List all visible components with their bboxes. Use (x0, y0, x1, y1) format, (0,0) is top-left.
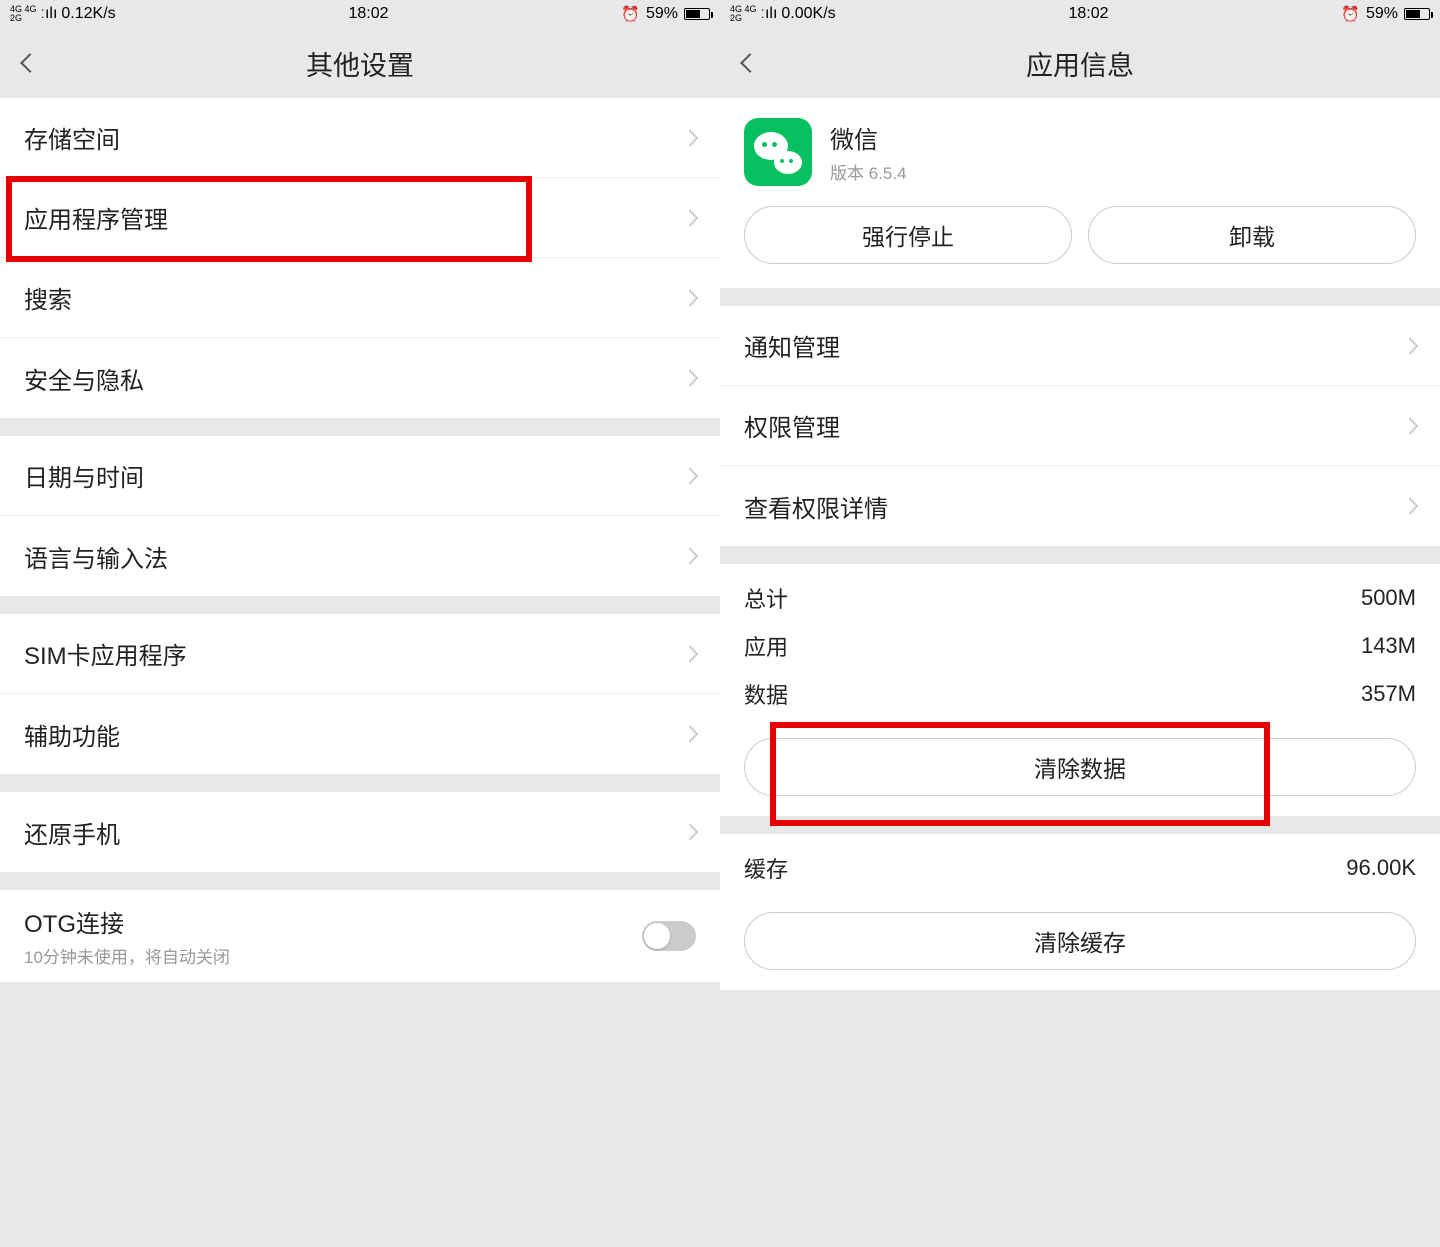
screen-other-settings: 4G 4G2G ːılı 0.12K/s 18:02 ⏰ 59% 其他设置 存储… (0, 0, 720, 1247)
clear-cache-button[interactable]: 清除缓存 (744, 912, 1416, 970)
clear-data-button[interactable]: 清除数据 (744, 738, 1416, 796)
chevron-right-icon (682, 370, 699, 387)
back-button[interactable] (0, 33, 60, 93)
chevron-right-icon (682, 209, 699, 226)
page-title: 应用信息 (720, 44, 1440, 83)
chevron-right-icon (1402, 337, 1419, 354)
item-otg[interactable]: OTG连接 10分钟未使用，将自动关闭 (0, 890, 720, 982)
item-language[interactable]: 语言与输入法 (0, 516, 720, 596)
item-app-management[interactable]: 应用程序管理 (0, 178, 720, 258)
app-name: 微信 (830, 120, 907, 155)
app-header: 微信 版本 6.5.4 (720, 98, 1440, 206)
item-permission-detail[interactable]: 查看权限详情 (720, 466, 1440, 546)
row-data: 数据 357M (720, 670, 1440, 718)
alarm-icon: ⏰ (1341, 5, 1360, 23)
clock: 18:02 (836, 5, 1342, 23)
signal-icon: ːılı (761, 5, 778, 23)
force-stop-button[interactable]: 强行停止 (744, 206, 1072, 264)
chevron-right-icon (1402, 498, 1419, 515)
item-permissions[interactable]: 权限管理 (720, 386, 1440, 466)
status-bar: 4G 4G2G ːılı 0.00K/s 18:02 ⏰ 59% (720, 0, 1440, 28)
item-security[interactable]: 安全与隐私 (0, 338, 720, 418)
otg-toggle[interactable] (642, 921, 696, 951)
battery-icon (1404, 8, 1430, 20)
item-notifications[interactable]: 通知管理 (720, 306, 1440, 386)
chevron-right-icon (682, 645, 699, 662)
signal-icon: ːılı (41, 5, 58, 23)
item-sim[interactable]: SIM卡应用程序 (0, 614, 720, 694)
action-buttons: 强行停止 卸载 (720, 206, 1440, 288)
nav-header: 应用信息 (720, 28, 1440, 98)
net-speed: 0.00K/s (781, 5, 835, 23)
net-speed: 0.12K/s (61, 5, 115, 23)
battery-percent: 59% (1366, 5, 1398, 23)
alarm-icon: ⏰ (621, 5, 640, 23)
row-app: 应用 143M (720, 622, 1440, 670)
item-reset[interactable]: 还原手机 (0, 792, 720, 872)
app-version: 版本 6.5.4 (830, 159, 907, 184)
uninstall-button[interactable]: 卸载 (1088, 206, 1416, 264)
chevron-right-icon (682, 548, 699, 565)
row-cache: 缓存 96.00K (720, 844, 1440, 892)
chevron-right-icon (1402, 417, 1419, 434)
chevron-right-icon (682, 726, 699, 743)
item-datetime[interactable]: 日期与时间 (0, 436, 720, 516)
item-storage[interactable]: 存储空间 (0, 98, 720, 178)
chevron-left-icon (20, 53, 40, 73)
wechat-icon (744, 118, 812, 186)
chevron-right-icon (682, 824, 699, 841)
chevron-right-icon (682, 289, 699, 306)
storage-info: 总计 500M 应用 143M 数据 357M (720, 564, 1440, 718)
back-button[interactable] (720, 33, 780, 93)
battery-icon (684, 8, 710, 20)
nav-header: 其他设置 (0, 28, 720, 98)
battery-percent: 59% (646, 5, 678, 23)
item-search[interactable]: 搜索 (0, 258, 720, 338)
screen-app-info: 4G 4G2G ːılı 0.00K/s 18:02 ⏰ 59% 应用信息 微信… (720, 0, 1440, 1247)
network-type-icon: 4G 4G2G (730, 5, 757, 23)
page-title: 其他设置 (0, 44, 720, 83)
chevron-right-icon (682, 129, 699, 146)
settings-list: 存储空间 应用程序管理 搜索 安全与隐私 (0, 98, 720, 418)
network-type-icon: 4G 4G2G (10, 5, 37, 23)
chevron-right-icon (682, 467, 699, 484)
clock: 18:02 (116, 5, 622, 23)
status-bar: 4G 4G2G ːılı 0.12K/s 18:02 ⏰ 59% (0, 0, 720, 28)
item-accessibility[interactable]: 辅助功能 (0, 694, 720, 774)
row-total: 总计 500M (720, 574, 1440, 622)
chevron-left-icon (740, 53, 760, 73)
